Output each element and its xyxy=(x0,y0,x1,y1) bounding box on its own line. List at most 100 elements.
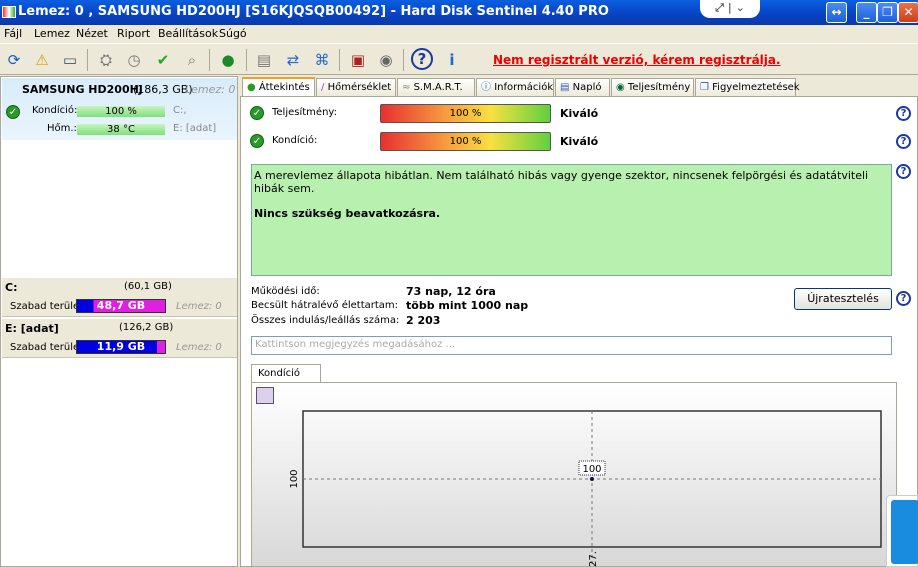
lifetime-value: több mint 1000 nap xyxy=(406,299,529,312)
teamviewer-icon xyxy=(891,500,918,564)
performance-bar: 100 % xyxy=(380,104,551,123)
tab-label: Információk xyxy=(494,82,554,93)
volume-c-label: C:, xyxy=(173,105,187,116)
info-icon: ⓘ xyxy=(481,82,491,93)
x-tick-label: 27. xyxy=(588,551,599,567)
separator xyxy=(209,49,210,71)
disk-clock-icon[interactable]: ◷ xyxy=(122,48,146,72)
speaker-icon[interactable]: ◉ xyxy=(374,48,398,72)
tab-log[interactable]: ▤ Napló xyxy=(555,78,610,97)
disk-tool-icon[interactable]: ⛭ xyxy=(94,48,118,72)
condition-label: Kondíció: xyxy=(32,105,78,116)
volume-disk-index: Lemez: 0 xyxy=(176,301,222,312)
start-stop-value: 2 203 xyxy=(406,314,441,327)
volume-size: (126,2 GB) xyxy=(119,322,174,333)
tab-info[interactable]: ⓘ Információk xyxy=(476,78,554,97)
tab-warnings[interactable]: ❐ Figyelmeztetések xyxy=(695,78,800,97)
disk-index: Lemez: 0 xyxy=(185,83,236,96)
volume-disk-index: Lemez: 0 xyxy=(176,342,222,353)
check-icon: ✓ xyxy=(6,105,20,119)
separator xyxy=(339,49,340,71)
tab-label: Figyelmeztetések xyxy=(712,82,800,93)
menu-file[interactable]: Fájl xyxy=(4,27,22,40)
separator xyxy=(246,49,247,71)
disk-name: SAMSUNG HD200HJ xyxy=(22,83,143,96)
disk-icon: ≈ xyxy=(402,82,411,93)
network-icon[interactable]: ⌘ xyxy=(310,48,334,72)
resize-icon[interactable]: ↔ xyxy=(826,2,847,23)
disk-size: (186,3 GB) xyxy=(133,83,193,96)
register-link[interactable]: Nem regisztrált verzió, kérem regisztrál… xyxy=(493,53,781,67)
remote-session-tab[interactable]: ⤢ | ⌄ xyxy=(700,0,760,18)
disk-search-icon[interactable]: ⌕ xyxy=(180,48,204,72)
tab-label: Áttekintés xyxy=(258,82,310,93)
status-recommendation: Nincs szükség beavatkozásra. xyxy=(254,207,441,220)
menu-disk[interactable]: Lemez xyxy=(34,27,70,40)
pages-icon: ❐ xyxy=(700,82,709,93)
free-space-bar: 11,9 GB xyxy=(76,340,166,354)
window-title: Lemez: 0 , SAMSUNG HD200HJ [S16KJQSQB004… xyxy=(18,4,609,19)
data-point xyxy=(590,477,594,481)
disk-icon[interactable]: ▭ xyxy=(58,48,82,72)
menu-view[interactable]: Nézet xyxy=(76,27,108,40)
condition-bar: 100 % xyxy=(380,132,551,151)
log-icon: ▤ xyxy=(560,82,570,93)
help-icon[interactable]: ? xyxy=(896,164,911,179)
help-icon[interactable]: ? xyxy=(411,48,433,70)
condition-label: Kondíció: xyxy=(272,135,318,146)
volume-name: E: [adat] xyxy=(5,322,59,335)
tab-condition-chart[interactable]: Kondíció (%) xyxy=(251,364,321,397)
tab-overview[interactable]: ● Áttekintés xyxy=(242,77,315,97)
temperature-bar: 38 °C xyxy=(77,124,165,135)
volume-e-label: E: [adat] xyxy=(173,123,217,134)
app-icon xyxy=(2,6,16,18)
performance-rating: Kiváló xyxy=(560,107,599,120)
retest-button[interactable]: Újratesztelés xyxy=(794,288,892,310)
save-icon[interactable] xyxy=(256,387,274,404)
power-on-time-value: 73 nap, 12 óra xyxy=(406,285,496,298)
close-button[interactable]: ✕ xyxy=(898,2,918,23)
condition-rating: Kiváló xyxy=(560,135,599,148)
refresh-icon[interactable]: ⟳ xyxy=(2,48,26,72)
monitor-icon[interactable]: ▣ xyxy=(346,48,370,72)
help-icon[interactable]: ? xyxy=(896,134,911,149)
disk-list-panel: SAMSUNG HD200HJ (186,3 GB) Lemez: 0 ✓ Ko… xyxy=(0,76,238,567)
menu-settings[interactable]: Beállítások xyxy=(158,27,218,40)
tab-label: Napló xyxy=(572,82,602,93)
help-icon[interactable]: ? xyxy=(896,291,911,306)
maximize-button[interactable]: ❐ xyxy=(877,2,898,23)
tab-smart[interactable]: ≈ S.M.A.R.T. xyxy=(397,78,475,97)
globe-icon[interactable]: ● xyxy=(216,48,240,72)
toolbar: ⟳ ⚠ ▭ ⛭ ◷ ✔ ⌕ ● ▤ ⇄ ⌘ ▣ ◉ ? i Nem regisz… xyxy=(0,43,918,75)
status-message-box: A merevlemez állapota hibátlan. Nem talá… xyxy=(251,164,892,276)
info-icon[interactable]: i xyxy=(440,48,464,72)
y-tick-label: 100 xyxy=(289,469,300,488)
tab-temperature[interactable]: / Hőmérséklet xyxy=(316,78,396,97)
menu-bar: Fájl Lemez Nézet Riport Beállítások Súgó xyxy=(0,25,918,43)
disk-check-icon[interactable]: ✔ xyxy=(151,48,175,72)
check-icon: ● xyxy=(247,82,256,93)
warning-refresh-icon[interactable]: ⚠ xyxy=(30,48,54,72)
condition-chart: 100 100 27. xyxy=(289,410,882,567)
help-icon[interactable]: ? xyxy=(896,106,911,121)
minimize-button[interactable]: _ xyxy=(856,2,877,23)
tab-label: Hőmérséklet xyxy=(327,82,392,93)
check-icon: ✓ xyxy=(250,134,264,148)
tab-performance[interactable]: ◉ Teljesítmény xyxy=(611,78,694,97)
volume-name: C: xyxy=(5,281,18,294)
menu-report[interactable]: Riport xyxy=(117,27,150,40)
tab-label: S.M.A.R.T. xyxy=(413,82,463,93)
sync-icon[interactable]: ⇄ xyxy=(281,48,305,72)
menu-help[interactable]: Súgó xyxy=(219,27,247,40)
volume-item-c[interactable]: C: (60,1 GB) Szabad terület 48,7 GB Leme… xyxy=(2,277,237,317)
gauge-icon: ◉ xyxy=(616,82,625,93)
teamviewer-widget[interactable] xyxy=(886,495,918,567)
check-icon: ✓ xyxy=(250,106,264,120)
report-icon[interactable]: ▤ xyxy=(252,48,276,72)
performance-label: Teljesítmény: xyxy=(272,107,337,118)
volume-item-e[interactable]: E: [adat] (126,2 GB) Szabad terület 11,9… xyxy=(2,318,237,358)
note-input[interactable]: Kattintson megjegyzés megadásához ... xyxy=(251,336,892,355)
status-message: A merevlemez állapota hibátlan. Nem talá… xyxy=(254,169,869,195)
tab-label: Teljesítmény xyxy=(627,82,691,93)
disk-item[interactable]: SAMSUNG HD200HJ (186,3 GB) Lemez: 0 ✓ Ko… xyxy=(2,78,237,140)
